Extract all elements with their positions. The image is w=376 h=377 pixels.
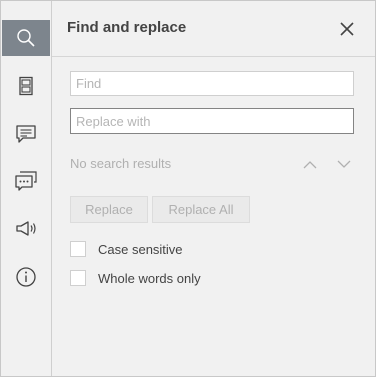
panel-title: Find and replace [67, 19, 187, 36]
case-sensitive-option[interactable]: Case sensitive [70, 240, 183, 258]
close-button[interactable] [337, 19, 357, 39]
chat-icon [15, 171, 37, 191]
whole-words-option[interactable]: Whole words only [70, 269, 201, 287]
search-status: No search results [70, 156, 172, 171]
case-sensitive-checkbox[interactable] [70, 241, 86, 257]
comments-button[interactable] [3, 116, 49, 152]
previous-result-button[interactable] [300, 154, 320, 174]
chat-button[interactable] [3, 163, 49, 199]
about-button[interactable] [3, 259, 49, 295]
left-toolbar [1, 1, 52, 376]
feedback-button[interactable] [3, 211, 49, 247]
search-button[interactable] [2, 20, 50, 56]
find-input[interactable] [70, 71, 354, 96]
whole-words-label: Whole words only [98, 270, 201, 286]
whole-words-checkbox[interactable] [70, 270, 86, 286]
find-replace-panel: Find and replace No search results Repla… [52, 1, 375, 376]
replace-all-button[interactable]: Replace All [152, 196, 250, 223]
slides-icon [19, 76, 33, 96]
next-result-button[interactable] [334, 154, 354, 174]
replace-input[interactable] [70, 108, 354, 134]
chevron-down-icon [337, 160, 351, 168]
find-replace-window: Find and replace No search results Repla… [0, 0, 376, 377]
close-icon [340, 22, 354, 36]
info-icon [16, 267, 36, 287]
header-divider [52, 56, 375, 57]
megaphone-icon [16, 221, 36, 236]
slides-button[interactable] [3, 68, 49, 104]
comment-icon [16, 125, 36, 143]
replace-button[interactable]: Replace [70, 196, 148, 223]
case-sensitive-label: Case sensitive [98, 241, 183, 257]
chevron-up-icon [303, 160, 317, 168]
search-icon [17, 29, 35, 47]
